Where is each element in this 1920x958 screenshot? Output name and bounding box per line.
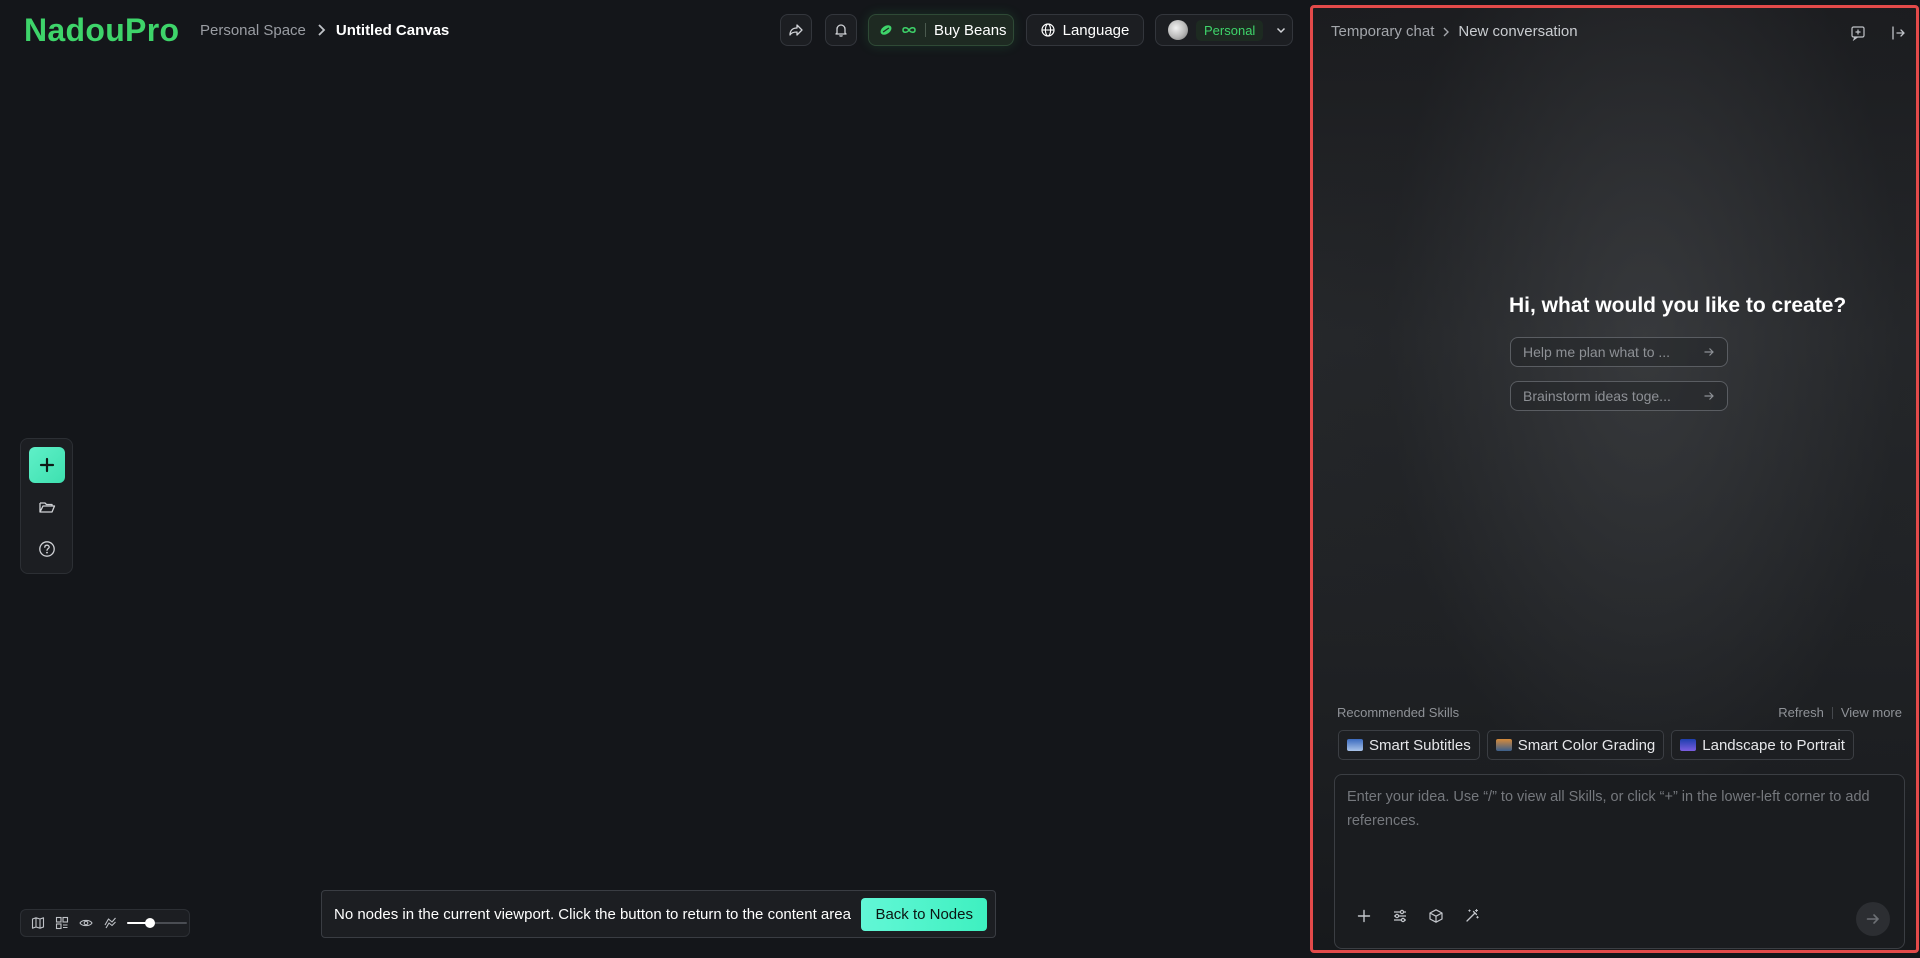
open-folder-button[interactable] (29, 489, 65, 525)
folder-icon (38, 498, 56, 516)
app-logo[interactable]: NadouPro (24, 12, 179, 49)
help-button[interactable] (29, 531, 65, 567)
pan-hand-icon[interactable] (99, 912, 121, 934)
chat-breadcrumb-root[interactable]: Temporary chat (1331, 23, 1434, 40)
bell-icon (833, 22, 849, 38)
chat-breadcrumb-current: New conversation (1458, 23, 1578, 40)
new-chat-icon[interactable] (1847, 22, 1869, 44)
canvas-view-controls (20, 909, 190, 937)
arrow-right-icon (1865, 911, 1881, 927)
chat-breadcrumb: Temporary chat New conversation (1331, 23, 1578, 40)
skill-chip-smart-color-grading[interactable]: Smart Color Grading (1486, 730, 1665, 760)
skill-thumbnail (1347, 739, 1363, 751)
zoom-thumb[interactable] (144, 918, 155, 928)
skill-thumbnail (1680, 739, 1697, 751)
back-to-nodes-button[interactable]: Back to Nodes (861, 897, 987, 931)
chevron-down-icon (1275, 24, 1287, 36)
suggestion-text: Brainstorm ideas toge... (1523, 388, 1671, 404)
divider (1831, 706, 1833, 719)
skill-label: Smart Color Grading (1517, 736, 1656, 754)
input-tools (1353, 905, 1483, 927)
infinity-icon (901, 25, 917, 35)
skill-thumbnail (1495, 739, 1512, 751)
share-icon (788, 22, 804, 38)
breadcrumb-canvas-title[interactable]: Untitled Canvas (336, 22, 449, 39)
buy-beans-button[interactable]: Buy Beans (868, 14, 1014, 46)
eye-icon[interactable] (75, 912, 97, 934)
globe-icon (1041, 23, 1055, 37)
chat-input[interactable] (1347, 785, 1897, 875)
skills-row: Smart Subtitles Smart Color Grading Land… (1338, 730, 1854, 760)
breadcrumb-personal-space[interactable]: Personal Space (200, 22, 306, 39)
plus-icon (38, 456, 56, 474)
chevron-right-icon (1442, 27, 1450, 37)
skill-label: Smart Subtitles (1369, 736, 1471, 754)
send-button[interactable] (1856, 902, 1890, 936)
magic-wand-icon[interactable] (1461, 905, 1483, 927)
arrow-right-icon (1703, 346, 1715, 358)
chat-greeting: Hi, what would you like to create? (1509, 294, 1847, 317)
arrow-right-icon (1703, 390, 1715, 402)
viewport-notice: No nodes in the current viewport. Click … (321, 890, 996, 938)
breadcrumb: Personal Space Untitled Canvas (200, 20, 449, 40)
share-button[interactable] (780, 14, 812, 46)
language-label: Language (1062, 21, 1130, 39)
suggestion-text: Help me plan what to ... (1523, 344, 1671, 360)
bean-icon (879, 23, 893, 37)
add-reference-icon[interactable] (1353, 905, 1375, 927)
workspace-badge: Personal (1196, 19, 1264, 41)
chat-input-box (1334, 774, 1905, 949)
notice-text: No nodes in the current viewport. Click … (334, 905, 851, 923)
settings-sliders-icon[interactable] (1389, 905, 1411, 927)
language-button[interactable]: Language (1026, 14, 1144, 46)
left-toolbar (20, 438, 73, 574)
chat-panel: Temporary chat New conversation Hi, what… (1310, 5, 1919, 953)
layout-grid-icon[interactable] (51, 912, 73, 934)
buy-beans-label: Buy Beans (934, 21, 1007, 39)
view-more-link[interactable]: View more (1841, 705, 1902, 720)
cube-icon[interactable] (1425, 905, 1447, 927)
zoom-slider[interactable] (127, 915, 187, 931)
collapse-panel-icon[interactable] (1887, 22, 1909, 44)
suggestion-chip[interactable]: Help me plan what to ... (1510, 337, 1728, 367)
skill-label: Landscape to Portrait (1702, 736, 1845, 754)
suggestion-chip[interactable]: Brainstorm ideas toge... (1510, 381, 1728, 411)
divider (925, 23, 926, 37)
profile-menu-button[interactable]: Personal (1155, 14, 1293, 46)
recommended-skills-label: Recommended Skills (1337, 705, 1460, 720)
notifications-button[interactable] (825, 14, 857, 46)
refresh-link[interactable]: Refresh (1778, 705, 1824, 720)
add-node-button[interactable] (28, 447, 65, 483)
help-icon (38, 540, 56, 558)
skill-chip-smart-subtitles[interactable]: Smart Subtitles (1338, 730, 1480, 760)
chevron-right-icon (316, 24, 326, 36)
avatar (1168, 20, 1188, 40)
skills-actions: Refresh View more (1778, 705, 1902, 720)
map-icon[interactable] (27, 912, 49, 934)
skill-chip-landscape-to-portrait[interactable]: Landscape to Portrait (1671, 730, 1854, 760)
